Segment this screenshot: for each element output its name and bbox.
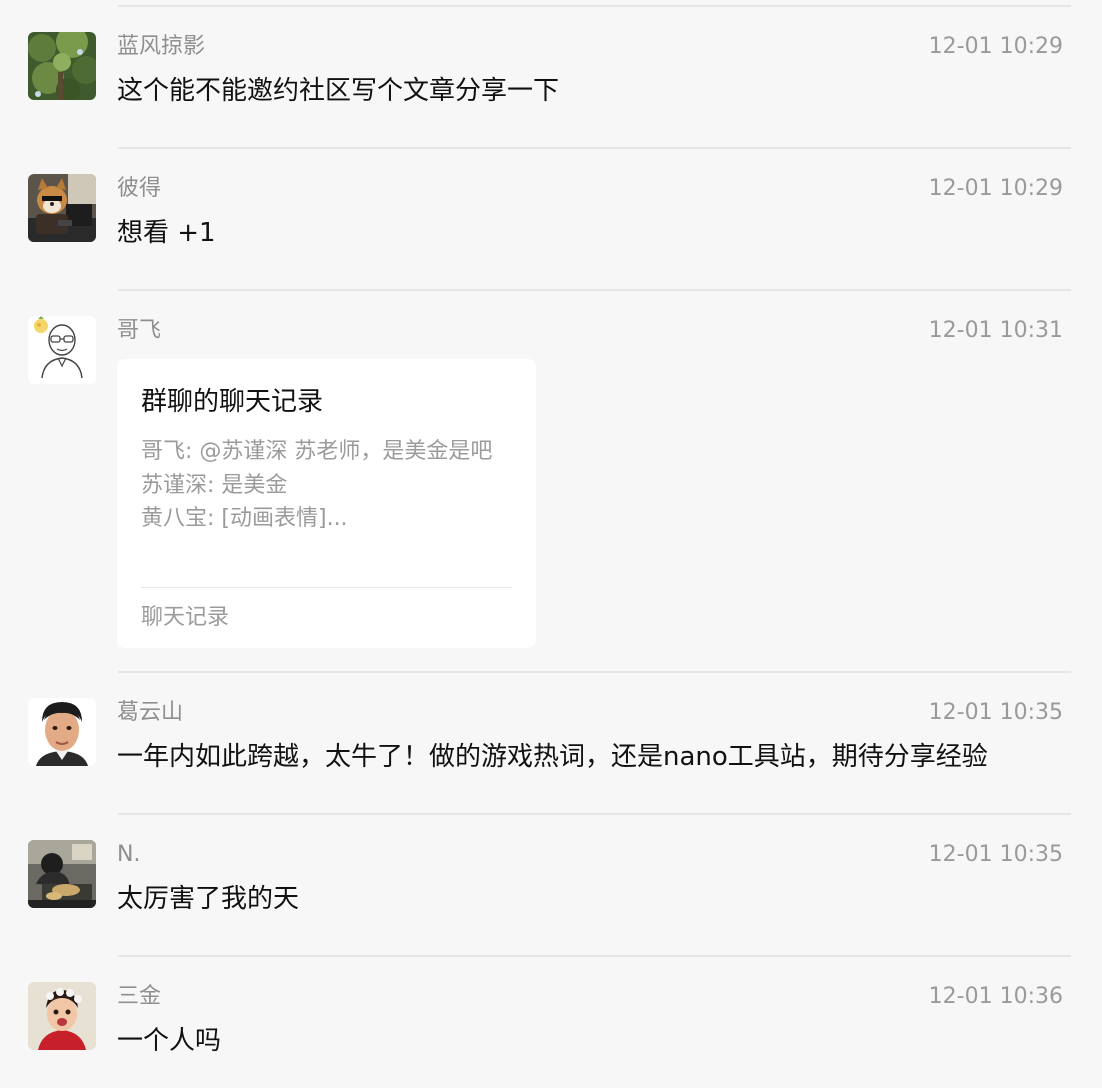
sender-name[interactable]: 哥飞 <box>117 316 161 346</box>
tree-canopy-photo-icon[interactable] <box>28 32 96 100</box>
message-text: 太厉害了我的天 <box>117 884 300 914</box>
sender-name[interactable]: 蓝风掠影 <box>117 32 205 62</box>
message-text: 一个人吗 <box>117 1026 222 1056</box>
sender-name[interactable]: 三金 <box>117 982 161 1012</box>
chat-record-line: 黄八宝: [动画表情]... <box>141 506 348 531</box>
bald-man-with-glasses-sketch-icon[interactable] <box>28 316 96 384</box>
comment-feed: 蓝风掠影 12-01 10:29 这个能不能邀约社区写个文章分享一下 彼得 12… <box>0 0 1102 1088</box>
child-with-flower-crown-icon[interactable] <box>28 982 96 1050</box>
chat-record-preview: 哥飞: @苏谨深 苏老师，是美金是吧 苏谨深: 是美金 黄八宝: [动画表情].… <box>141 435 513 536</box>
message-timestamp: 12-01 10:35 <box>928 700 1063 725</box>
message-timestamp: 12-01 10:35 <box>928 842 1063 867</box>
chat-record-footer: 聊天记录 <box>141 605 230 630</box>
divider <box>118 671 1071 673</box>
cartoon-man-portrait-icon[interactable] <box>28 698 96 766</box>
chat-record-line: 苏谨深: 是美金 <box>141 472 288 498</box>
message-timestamp: 12-01 10:36 <box>928 984 1063 1009</box>
message-timestamp: 12-01 10:31 <box>928 318 1063 343</box>
divider <box>118 955 1071 957</box>
divider <box>118 289 1071 291</box>
divider <box>118 5 1071 7</box>
person-at-desk-photo-icon[interactable] <box>28 840 96 908</box>
chat-record-title: 群聊的聊天记录 <box>141 387 324 417</box>
message-timestamp: 12-01 10:29 <box>928 176 1063 201</box>
shiba-dog-at-computer-icon[interactable] <box>28 174 96 242</box>
message-text: 这个能不能邀约社区写个文章分享一下 <box>117 76 560 106</box>
chat-record-card[interactable]: 群聊的聊天记录 哥飞: @苏谨深 苏老师，是美金是吧 苏谨深: 是美金 黄八宝:… <box>117 359 536 648</box>
sender-name[interactable]: N. <box>117 840 140 870</box>
card-divider <box>141 587 512 588</box>
sender-name[interactable]: 葛云山 <box>117 698 183 728</box>
message-text: 一年内如此跨越，太牛了！做的游戏热词，还是nano工具站，期待分享经验 <box>117 742 988 772</box>
divider <box>118 147 1071 149</box>
sender-name[interactable]: 彼得 <box>117 174 161 204</box>
message-timestamp: 12-01 10:29 <box>928 34 1063 59</box>
divider <box>118 813 1071 815</box>
message-text: 想看 +1 <box>117 218 216 248</box>
chat-record-line: 哥飞: @苏谨深 苏老师，是美金是吧 <box>141 439 493 464</box>
